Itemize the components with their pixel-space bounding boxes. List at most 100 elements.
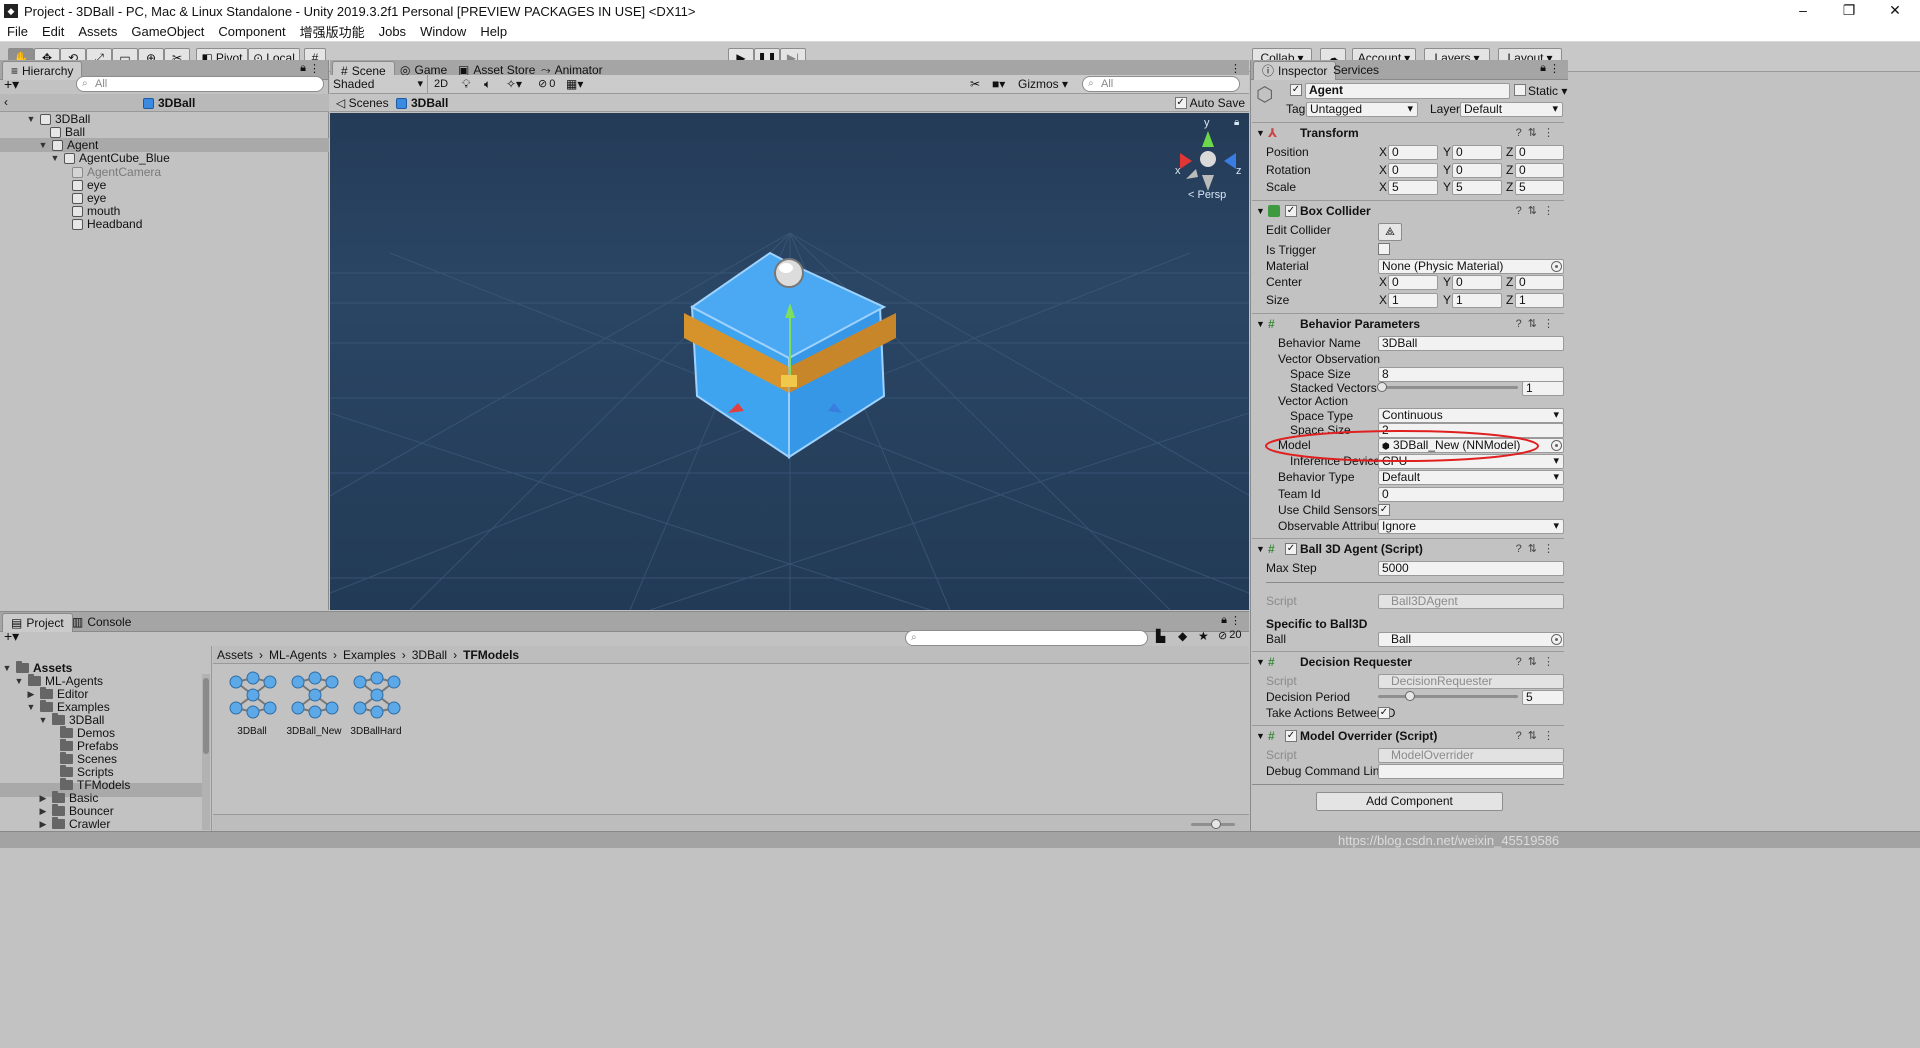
scene-search-input[interactable]: ⌕ All: [1082, 76, 1240, 92]
hierarchy-row-headband[interactable]: Headband: [72, 216, 142, 232]
autosave-checkbox[interactable]: ✓: [1174, 97, 1187, 109]
stacked-vectors-input[interactable]: 1: [1522, 381, 1564, 396]
center-y-input[interactable]: 0: [1452, 275, 1502, 290]
behavior-name-input[interactable]: 3DBall: [1378, 336, 1564, 351]
collapse-arrow-icon[interactable]: ▼: [1256, 726, 1265, 746]
space-type-dropdown[interactable]: Continuous: [1378, 408, 1564, 423]
menu-jobs[interactable]: Jobs: [372, 24, 413, 39]
breadcrumb-item[interactable]: TFModels: [463, 646, 519, 663]
rotation-x-input[interactable]: 0: [1388, 163, 1438, 178]
collapse-arrow-icon[interactable]: ▼: [1256, 539, 1265, 559]
take-actions-checkbox[interactable]: ✓: [1378, 707, 1390, 719]
menu-gameobject[interactable]: GameObject: [124, 24, 211, 39]
position-y-input[interactable]: 0: [1452, 145, 1502, 160]
grid-snap-icon[interactable]: ▦▾: [566, 75, 583, 93]
collapse-arrow-icon[interactable]: ▼: [1256, 201, 1265, 221]
object-picker-icon[interactable]: [1551, 634, 1562, 645]
component-menu-icons[interactable]: ?⇅⋮: [1516, 652, 1560, 672]
breadcrumb-item[interactable]: Examples: [343, 646, 396, 663]
tab-services[interactable]: Services: [1325, 61, 1387, 80]
menu-help[interactable]: Help: [473, 24, 514, 39]
2d-toggle[interactable]: 2D: [434, 75, 448, 93]
ball3d-agent-header[interactable]: ▼ # ✓ Ball 3D Agent (Script) ?⇅⋮: [1252, 538, 1564, 558]
maximize-button[interactable]: ❐: [1826, 0, 1872, 22]
ball-field[interactable]: Ball: [1378, 632, 1564, 647]
expand-arrow-icon[interactable]: ▼: [26, 111, 36, 127]
back-arrow-icon[interactable]: ‹: [4, 95, 8, 109]
transform-header[interactable]: ▼ ⅄ Transform ?⇅⋮: [1252, 122, 1564, 142]
breadcrumb-3dball[interactable]: 3DBall: [396, 97, 448, 109]
expand-arrow-icon[interactable]: ▼: [26, 699, 36, 715]
tab-inspector[interactable]: ⓘ Inspector: [1253, 61, 1337, 80]
center-z-input[interactable]: 0: [1515, 275, 1564, 290]
size-x-input[interactable]: 1: [1388, 293, 1438, 308]
menu-file[interactable]: File: [0, 24, 35, 39]
breadcrumb-item[interactable]: 3DBall: [412, 646, 447, 663]
project-search-input[interactable]: ⌕: [905, 630, 1148, 646]
expand-arrow-icon[interactable]: ▶: [38, 816, 48, 832]
enabled-checkbox[interactable]: ✓: [1285, 543, 1297, 555]
expand-arrow-icon[interactable]: ▼: [38, 712, 48, 728]
gizmo-lock-icon[interactable]: 🔒︎: [1234, 117, 1239, 128]
behavior-parameters-header[interactable]: ▼ # Behavior Parameters ?⇅⋮: [1252, 313, 1564, 333]
scale-y-input[interactable]: 5: [1452, 180, 1502, 195]
static-dropdown[interactable]: Static ▾: [1528, 82, 1567, 100]
scale-z-input[interactable]: 5: [1515, 180, 1564, 195]
decision-requester-header[interactable]: ▼ # Decision Requester ?⇅⋮: [1252, 651, 1564, 671]
component-menu-icons[interactable]: ?⇅⋮: [1516, 201, 1560, 221]
layer-dropdown[interactable]: Default: [1460, 102, 1563, 117]
minimize-button[interactable]: –: [1780, 0, 1826, 22]
decision-period-slider-knob[interactable]: [1405, 691, 1415, 701]
space-size-input[interactable]: 8: [1378, 367, 1564, 382]
stacked-vectors-slider-track[interactable]: [1382, 386, 1518, 389]
component-menu-icons[interactable]: ?⇅⋮: [1516, 314, 1560, 334]
component-menu-icons[interactable]: ?⇅⋮: [1516, 123, 1560, 143]
gizmos-dropdown[interactable]: Gizmos ▾: [1018, 75, 1068, 93]
zoom-slider-knob[interactable]: [1211, 819, 1221, 829]
tree-crawler[interactable]: ▶ Crawler: [38, 816, 110, 832]
tools-icon[interactable]: ✂: [970, 75, 980, 93]
scale-x-input[interactable]: 5: [1388, 180, 1438, 195]
asset-3dball[interactable]: 3DBall: [222, 670, 284, 750]
camera-icon[interactable]: ■▾: [992, 75, 1005, 93]
scrollbar-thumb[interactable]: [203, 678, 209, 754]
model-overrider-header[interactable]: ▼ # ✓ Model Overrider (Script) ?⇅⋮: [1252, 725, 1564, 745]
expand-arrow-icon[interactable]: ▼: [14, 673, 24, 689]
collapse-arrow-icon[interactable]: ▼: [1256, 123, 1265, 143]
menu-assets[interactable]: Assets: [71, 24, 124, 39]
object-name-input[interactable]: Agent: [1305, 83, 1510, 99]
panel-menu-icon[interactable]: ⋮: [1230, 62, 1241, 75]
decision-period-slider-track[interactable]: [1378, 695, 1518, 698]
stacked-vectors-slider-knob[interactable]: [1377, 382, 1387, 392]
expand-arrow-icon[interactable]: ▼: [2, 660, 12, 676]
expand-arrow-icon[interactable]: ▼: [38, 137, 48, 153]
lighting-icon[interactable]: 💡︎: [462, 75, 470, 93]
rotation-z-input[interactable]: 0: [1515, 163, 1564, 178]
hierarchy-search-input[interactable]: ⌕ All: [76, 76, 324, 92]
decision-period-input[interactable]: 5: [1522, 690, 1564, 705]
position-x-input[interactable]: 0: [1388, 145, 1438, 160]
close-button[interactable]: ✕: [1872, 0, 1918, 22]
enabled-checkbox[interactable]: ✓: [1285, 730, 1297, 742]
expand-arrow-icon[interactable]: ▼: [50, 150, 60, 166]
menu-component[interactable]: Component: [211, 24, 292, 39]
asset-3dballhard[interactable]: 3DBallHard: [346, 670, 408, 750]
team-id-input[interactable]: 0: [1378, 487, 1564, 502]
box-collider-header[interactable]: ▼ ✓ Box Collider ?⇅⋮: [1252, 200, 1564, 220]
tag-dropdown[interactable]: Untagged: [1306, 102, 1418, 117]
menu-enhanced[interactable]: 增强版功能: [293, 22, 372, 41]
is-trigger-checkbox[interactable]: [1378, 243, 1390, 255]
create-plus-icon[interactable]: +▾: [4, 76, 19, 93]
menu-window[interactable]: Window: [413, 24, 473, 39]
observable-attribute-dropdown[interactable]: Ignore: [1378, 519, 1564, 534]
edit-collider-button[interactable]: ⟁: [1378, 223, 1402, 241]
breadcrumb-item[interactable]: Assets: [217, 646, 253, 663]
center-x-input[interactable]: 0: [1388, 275, 1438, 290]
menu-edit[interactable]: Edit: [35, 24, 71, 39]
panel-menu-icon[interactable]: ⋮: [1549, 62, 1560, 75]
shading-dropdown[interactable]: Shaded: [330, 75, 428, 93]
max-step-input[interactable]: 5000: [1378, 561, 1564, 576]
rotation-y-input[interactable]: 0: [1452, 163, 1502, 178]
size-y-input[interactable]: 1: [1452, 293, 1502, 308]
lock-icon[interactable]: 🔒︎: [300, 62, 306, 75]
